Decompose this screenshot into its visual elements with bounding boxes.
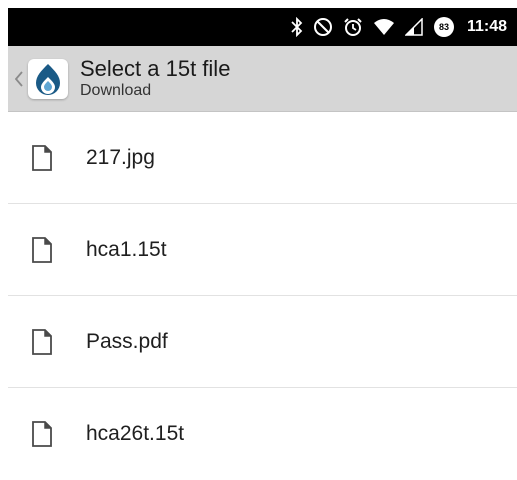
file-icon — [32, 236, 56, 263]
file-name: hca1.15t — [86, 237, 167, 261]
do-not-disturb-icon — [313, 17, 333, 37]
clock: 11:48 — [466, 18, 507, 35]
file-icon — [32, 144, 56, 171]
cell-signal-icon — [404, 18, 423, 36]
file-name: Pass.pdf — [86, 329, 168, 353]
app-logo-icon[interactable] — [28, 58, 68, 99]
file-icon — [32, 421, 56, 447]
title-block: Select a 15t file Download — [80, 55, 231, 101]
wifi-icon — [373, 18, 395, 36]
file-name: hca26t.15t — [86, 422, 185, 445]
page-title: Select a 15t file — [80, 55, 231, 81]
status-bar: 83 11:48 — [8, 8, 517, 46]
chevron-left-icon[interactable] — [12, 70, 26, 87]
list-item[interactable]: hca26t.15t — [8, 388, 517, 480]
list-item[interactable]: 217.jpg — [8, 112, 517, 204]
battery-icon: 83 — [433, 16, 455, 38]
list-item[interactable]: hca1.15t — [8, 204, 517, 296]
action-bar: Select a 15t file Download — [8, 46, 517, 112]
alarm-icon — [343, 17, 363, 37]
list-item[interactable]: Pass.pdf — [8, 296, 517, 388]
file-list: 217.jpg hca1.15t Pass.pdf hca26t.15t — [8, 112, 517, 480]
file-name: 217.jpg — [86, 145, 155, 169]
page-subtitle: Download — [80, 81, 152, 99]
file-icon — [32, 328, 56, 355]
bluetooth-icon — [291, 17, 303, 37]
battery-level: 83 — [438, 22, 449, 32]
